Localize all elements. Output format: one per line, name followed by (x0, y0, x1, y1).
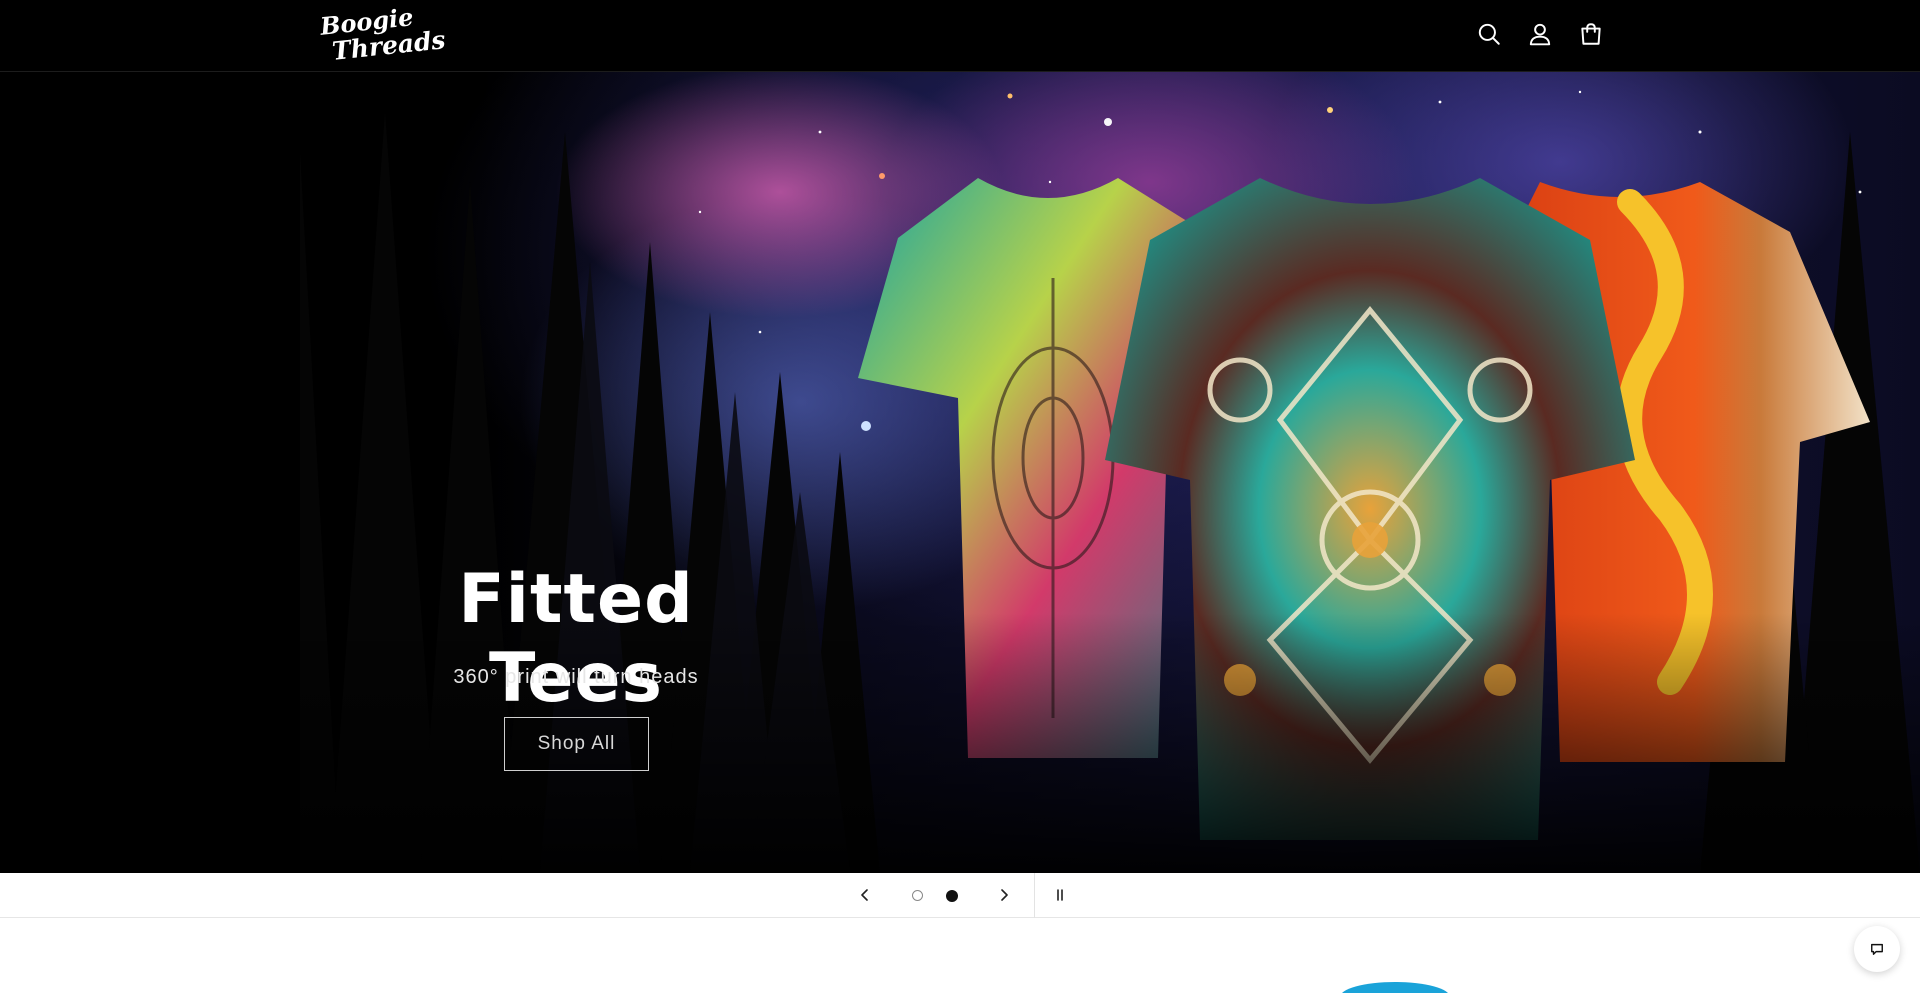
next-section (0, 918, 1920, 993)
previous-slide-button[interactable] (851, 881, 879, 909)
chat-widget-button[interactable] (1854, 926, 1900, 972)
search-button[interactable] (1471, 16, 1507, 52)
cart-icon (1581, 23, 1601, 45)
chat-bubble-icon (1871, 943, 1883, 955)
next-slide-button[interactable] (990, 881, 1018, 909)
hero-subtitle: 360° print will turn heads (453, 666, 699, 688)
pause-slideshow-button[interactable] (1046, 881, 1074, 909)
product-image-peek (1340, 982, 1450, 993)
hero-bottom-fade (0, 613, 1920, 873)
chevron-right-icon (1001, 889, 1008, 901)
account-icon (1529, 23, 1551, 46)
shop-all-button[interactable]: Shop All (504, 717, 649, 771)
account-button[interactable] (1522, 16, 1558, 52)
slide-dot-1[interactable] (912, 890, 923, 901)
search-icon (1478, 23, 1500, 45)
brand-logo[interactable]: Boogie Threads (318, 2, 447, 66)
controls-divider (1034, 873, 1035, 918)
slide-dot-2[interactable] (946, 890, 958, 902)
hero-slide: Fitted Tees 360° print will turn heads S… (0, 72, 1920, 873)
hero-title: Fitted Tees (458, 560, 694, 718)
pause-icon (1057, 889, 1063, 901)
slideshow-controls (0, 873, 1920, 918)
site-header: Boogie Threads (0, 0, 1920, 72)
cart-button[interactable] (1573, 16, 1609, 52)
chevron-left-icon (861, 889, 868, 901)
